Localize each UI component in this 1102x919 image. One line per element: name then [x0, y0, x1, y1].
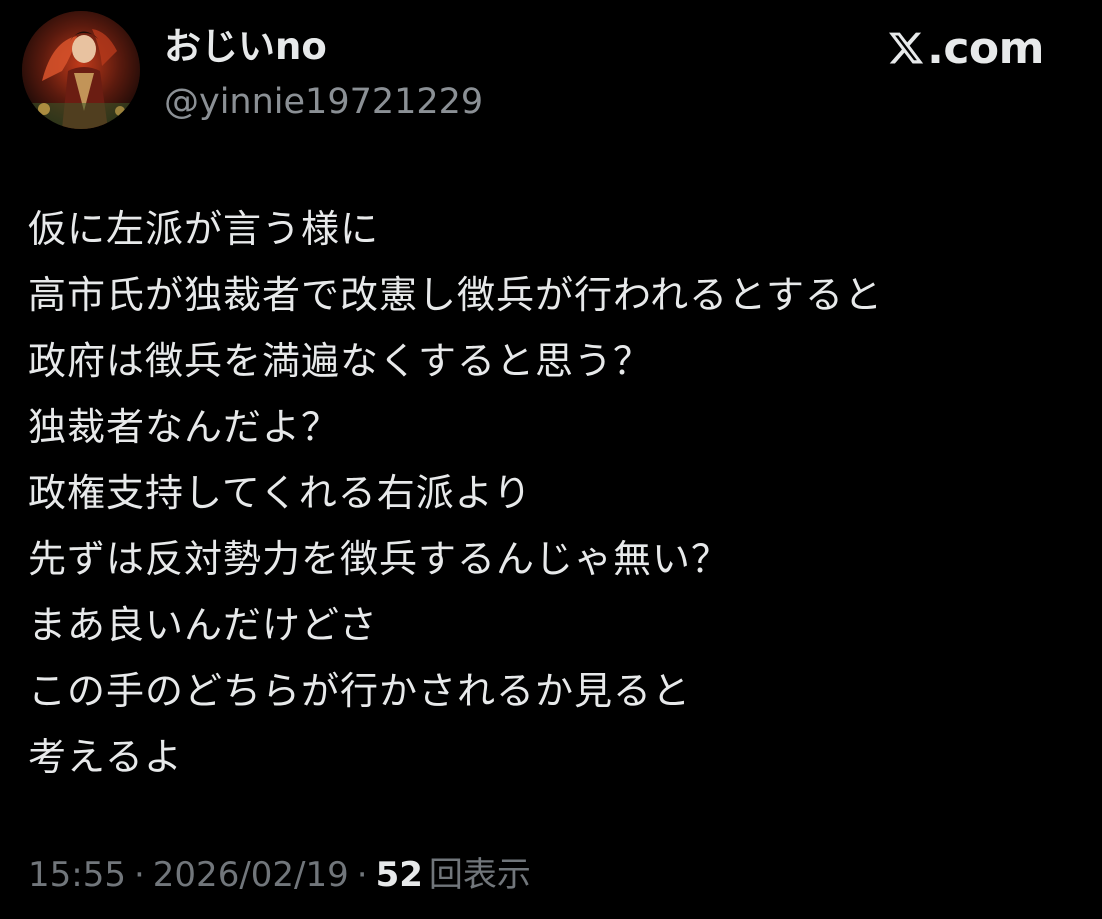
meta-separator: · [356, 855, 368, 895]
tweet-date[interactable]: 2026/02/19 [153, 855, 349, 895]
tweet-line: 高市氏が独裁者で改憲し徴兵が行われるとすると [28, 273, 883, 317]
tweet-meta: 15:55 · 2026/02/19 · 52 回表示 [28, 850, 531, 900]
author-display-name[interactable]: おじいno [164, 22, 483, 72]
tweet-time[interactable]: 15:55 [28, 855, 126, 895]
tweet-line: 考えるよ [28, 735, 183, 779]
tweet-line: 仮に左派が言う様に [28, 207, 380, 251]
views-label: 回表示 [428, 855, 531, 895]
tweet-card: おじいno @yinnie19721229 .com 仮に左派が言う様に 高市氏… [0, 0, 1102, 919]
tweet-line: 独裁者なんだよ？ [28, 405, 341, 449]
author-handle[interactable]: @yinnie19721229 [164, 78, 483, 126]
brand-watermark: .com [887, 20, 1044, 76]
tweet-line: 政権支持してくれる右派より [28, 471, 532, 515]
tweet-line: 先ずは反対勢力を徴兵するんじゃ無い？ [28, 537, 731, 581]
views-count[interactable]: 52 [376, 855, 423, 895]
author-block: おじいno @yinnie19721229 [164, 22, 483, 126]
avatar[interactable] [22, 11, 140, 129]
tweet-line: 政府は徴兵を満遍なくすると思う？ [28, 339, 653, 383]
tweet-text: 仮に左派が言う様に 高市氏が独裁者で改憲し徴兵が行われるとすると 政府は徴兵を満… [28, 196, 883, 790]
meta-separator: · [133, 855, 145, 895]
tweet-line: この手のどちらが行かされるか見ると [28, 669, 692, 713]
avatar-image [22, 11, 140, 129]
brand-domain: .com [927, 22, 1044, 74]
x-logo-icon [889, 32, 924, 64]
tweet-line: まあ良いんだけどさ [28, 603, 378, 647]
